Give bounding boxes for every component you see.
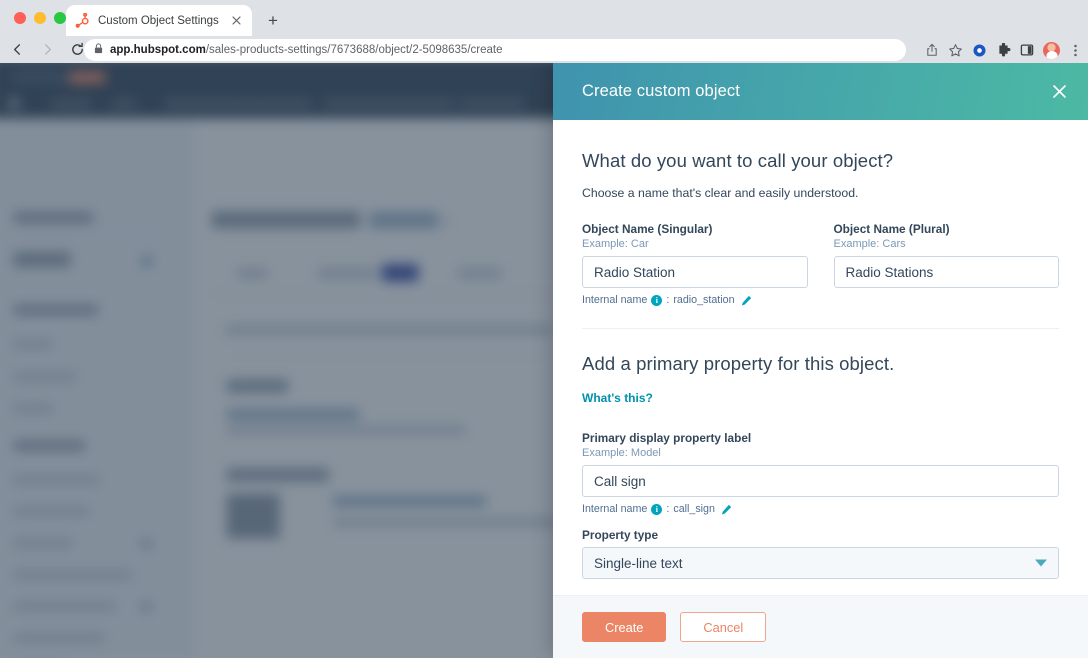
object-name-row: Object Name (Singular) Example: Car Inte…: [582, 222, 1059, 306]
url-path: /sales-products-settings/7673688/object/…: [205, 44, 503, 56]
browser-chrome: Custom Object Settings + app.hubspot.com…: [0, 0, 1088, 63]
forward-arrow-icon[interactable]: [34, 37, 60, 63]
internal-name-value: call_sign: [673, 503, 715, 515]
screen: Create custom object What do you want to…: [0, 0, 1088, 658]
close-icon[interactable]: [1044, 77, 1074, 107]
section-divider: [582, 328, 1059, 329]
cancel-button[interactable]: Cancel: [680, 612, 767, 642]
internal-name-separator: :: [666, 294, 670, 306]
maximize-window-button[interactable]: [54, 12, 66, 24]
address-bar-url: app.hubspot.com/sales-products-settings/…: [110, 44, 502, 56]
primary-display-property-example: Example: Model: [582, 447, 661, 459]
info-icon[interactable]: i: [651, 294, 663, 306]
primary-display-property-field: Primary display property label Example: …: [582, 431, 1059, 515]
share-icon[interactable]: [925, 43, 939, 57]
tab-title: Custom Object Settings: [98, 14, 219, 27]
browser-tab[interactable]: Custom Object Settings: [66, 5, 252, 36]
primary-display-property-input[interactable]: [582, 465, 1059, 497]
pencil-edit-icon[interactable]: [741, 295, 752, 306]
property-type-value: Single-line text: [594, 555, 683, 571]
object-name-singular-label: Object Name (Singular): [582, 222, 713, 236]
object-name-plural-input[interactable]: [833, 256, 1059, 288]
tab-strip: Custom Object Settings +: [0, 0, 1088, 36]
close-icon[interactable]: [228, 13, 244, 29]
browser-toolbar: app.hubspot.com/sales-products-settings/…: [0, 36, 1088, 63]
more-menu-icon[interactable]: [1069, 43, 1082, 58]
modal-footer: Create Cancel: [553, 595, 1088, 658]
section-heading-naming: What do you want to call your object?: [582, 150, 894, 171]
profile-avatar-icon[interactable]: [1043, 41, 1060, 59]
object-name-plural-field: Object Name (Plural) Example: Cars: [833, 222, 1059, 306]
modal-header: Create custom object: [553, 63, 1088, 120]
create-button[interactable]: Create: [582, 612, 667, 642]
toolbar-icons: [925, 39, 1082, 61]
internal-name-label: Internal name: [582, 503, 648, 515]
pencil-edit-icon[interactable]: [721, 504, 732, 515]
object-name-singular-internal-name: Internal name i : radio_station: [582, 294, 808, 306]
browser-extension-o-icon[interactable]: [972, 43, 987, 58]
object-name-singular-input[interactable]: [582, 256, 808, 288]
modal-title: Create custom object: [582, 82, 740, 100]
hubspot-sprocket-icon: [74, 12, 90, 29]
property-type-field: Property type Single-line text: [582, 528, 1059, 579]
object-name-plural-example: Example: Cars: [833, 238, 906, 250]
url-domain: app.hubspot.com: [110, 44, 206, 56]
minimize-window-button[interactable]: [34, 12, 46, 24]
primary-display-property-label: Primary display property label: [582, 431, 752, 445]
info-icon[interactable]: i: [651, 503, 663, 515]
modal-body: What do you want to call your object? Ch…: [553, 120, 1088, 595]
object-name-singular-field: Object Name (Singular) Example: Car Inte…: [582, 222, 808, 306]
create-custom-object-modal: Create custom object What do you want to…: [553, 63, 1088, 658]
new-tab-button[interactable]: +: [262, 10, 284, 32]
property-type-select[interactable]: Single-line text: [582, 547, 1059, 579]
whats-this-link[interactable]: What's this?: [582, 391, 653, 405]
property-type-label: Property type: [582, 528, 659, 542]
primary-display-property-internal-name: Internal name i : call_sign: [582, 503, 1059, 515]
section-heading-primary-property: Add a primary property for this object.: [582, 353, 895, 374]
lock-icon: [94, 41, 103, 59]
internal-name-value: radio_station: [673, 294, 735, 306]
address-bar[interactable]: app.hubspot.com/sales-products-settings/…: [84, 39, 906, 61]
close-window-button[interactable]: [14, 12, 26, 24]
chevron-down-icon: [1035, 559, 1047, 567]
section-subheading-naming: Choose a name that's clear and easily un…: [582, 186, 859, 200]
internal-name-label: Internal name: [582, 294, 648, 306]
sidepanel-icon[interactable]: [1020, 43, 1034, 57]
window-controls: [14, 12, 66, 24]
back-arrow-icon[interactable]: [4, 37, 30, 63]
object-name-singular-example: Example: Car: [582, 238, 649, 250]
puzzle-extension-icon[interactable]: [996, 42, 1011, 58]
object-name-plural-label: Object Name (Plural): [833, 222, 950, 236]
bookmark-star-icon[interactable]: [948, 43, 963, 58]
internal-name-separator: :: [666, 503, 670, 515]
